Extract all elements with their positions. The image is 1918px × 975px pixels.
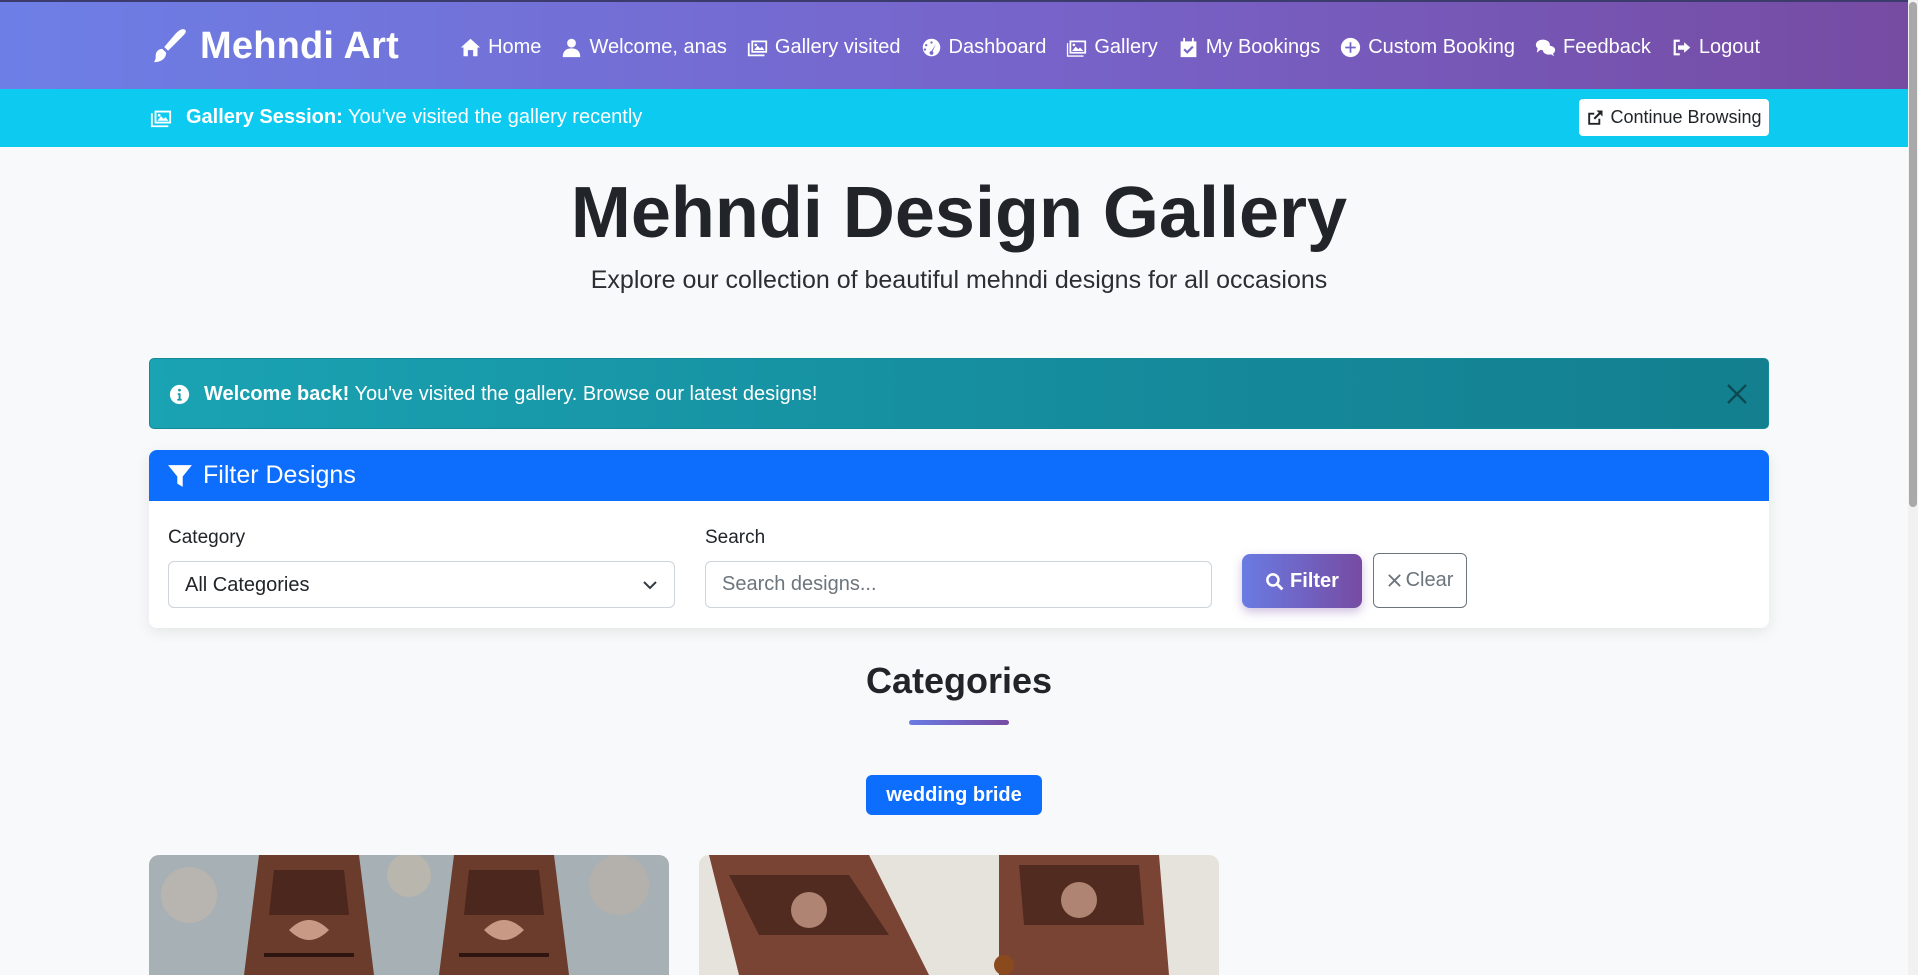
brand-logo[interactable]: Mehndi Art bbox=[150, 24, 399, 68]
nav-welcome-user[interactable]: Welcome, anas bbox=[561, 35, 727, 59]
nav-gallery[interactable]: Gallery bbox=[1066, 35, 1158, 59]
chevron-down-icon bbox=[643, 581, 657, 590]
user-icon bbox=[563, 38, 581, 57]
nav-welcome-label: Welcome, anas bbox=[589, 35, 727, 58]
mehndi-hands-image bbox=[699, 855, 1219, 975]
alert-message: Welcome back! You've visited the gallery… bbox=[169, 383, 817, 406]
image-icon bbox=[1067, 40, 1087, 57]
welcome-alert: Welcome back! You've visited the gallery… bbox=[149, 358, 1769, 429]
session-label: Gallery Session: bbox=[186, 106, 343, 128]
home-icon bbox=[460, 38, 481, 56]
design-card-image[interactable] bbox=[699, 855, 1219, 975]
page-subtitle: Explore our collection of beautiful mehn… bbox=[590, 266, 1328, 294]
alert-strong: Welcome back! bbox=[204, 383, 350, 405]
gauge-icon bbox=[922, 38, 940, 56]
alert-text: You've visited the gallery. Browse our l… bbox=[354, 383, 818, 405]
nav-my-bookings-label: My Bookings bbox=[1205, 35, 1321, 58]
mehndi-hands-image bbox=[149, 855, 669, 975]
continue-browsing-label: Continue Browsing bbox=[1610, 107, 1762, 127]
calendar-check-icon bbox=[1180, 37, 1197, 57]
brand-name: Mehndi Art bbox=[200, 24, 400, 67]
nav-links: Home Welcome, anas Gallery visited Dashb… bbox=[460, 32, 1760, 62]
filter-title: Filter Designs bbox=[203, 461, 356, 489]
title-underline bbox=[909, 720, 1009, 725]
logout-icon bbox=[1673, 39, 1691, 55]
filter-button-label: Filter bbox=[1290, 569, 1339, 592]
nav-custom-booking[interactable]: Custom Booking bbox=[1340, 36, 1515, 59]
design-card-image[interactable] bbox=[149, 855, 669, 975]
category-badge-wedding-bride[interactable]: wedding bride bbox=[866, 775, 1042, 815]
nav-my-bookings[interactable]: My Bookings bbox=[1178, 35, 1321, 59]
category-label: Category bbox=[168, 527, 246, 548]
category-select[interactable]: All Categories bbox=[168, 561, 675, 608]
page-scrollbar[interactable] bbox=[1908, 0, 1918, 975]
close-icon bbox=[1387, 574, 1401, 587]
nav-logout[interactable]: Logout bbox=[1671, 36, 1760, 59]
search-label: Search bbox=[705, 527, 766, 548]
comments-icon bbox=[1535, 39, 1556, 56]
clear-button[interactable]: Clear bbox=[1373, 553, 1467, 608]
filter-icon bbox=[168, 464, 192, 487]
nav-gallery-visited-label: Gallery visited bbox=[774, 35, 901, 58]
close-icon[interactable] bbox=[1724, 381, 1750, 407]
images-icon bbox=[747, 40, 768, 56]
nav-dashboard[interactable]: Dashboard bbox=[921, 35, 1047, 59]
session-text: You've visited the gallery recently bbox=[347, 106, 643, 128]
nav-logout-label: Logout bbox=[1698, 35, 1760, 58]
categories-title: Categories bbox=[865, 660, 1053, 701]
continue-browsing-button[interactable]: Continue Browsing bbox=[1579, 99, 1769, 136]
nav-feedback-label: Feedback bbox=[1562, 35, 1651, 58]
search-input[interactable] bbox=[705, 561, 1212, 608]
category-select-value: All Categories bbox=[185, 574, 310, 596]
nav-home[interactable]: Home bbox=[460, 36, 541, 59]
plus-circle-icon bbox=[1341, 37, 1361, 57]
paint-brush-icon bbox=[153, 29, 186, 63]
info-circle-icon bbox=[169, 384, 190, 405]
nav-gallery-visited[interactable]: Gallery visited bbox=[747, 36, 901, 59]
nav-custom-booking-label: Custom Booking bbox=[1368, 35, 1515, 58]
scrollbar-thumb[interactable] bbox=[1909, 2, 1917, 507]
clear-button-label: Clear bbox=[1405, 569, 1454, 591]
filter-button[interactable]: Filter bbox=[1242, 554, 1362, 608]
images-icon bbox=[150, 110, 172, 127]
nav-dashboard-label: Dashboard bbox=[948, 35, 1047, 58]
search-icon bbox=[1266, 572, 1284, 590]
gallery-session-bar: Gallery Session: You've visited the gall… bbox=[0, 89, 1918, 147]
external-link-icon bbox=[1588, 110, 1603, 125]
page-title: Mehndi Design Gallery bbox=[570, 173, 1348, 253]
nav-gallery-label: Gallery bbox=[1094, 35, 1158, 58]
filter-card-header: Filter Designs bbox=[149, 450, 1769, 501]
nav-home-label: Home bbox=[488, 35, 542, 58]
nav-feedback[interactable]: Feedback bbox=[1535, 36, 1651, 59]
filter-card: Filter Designs Category All Categories S… bbox=[149, 450, 1769, 628]
session-message: Gallery Session: You've visited the gall… bbox=[150, 106, 642, 129]
top-navbar: Mehndi Art Home Welcome, anas Gallery vi… bbox=[0, 0, 1918, 89]
